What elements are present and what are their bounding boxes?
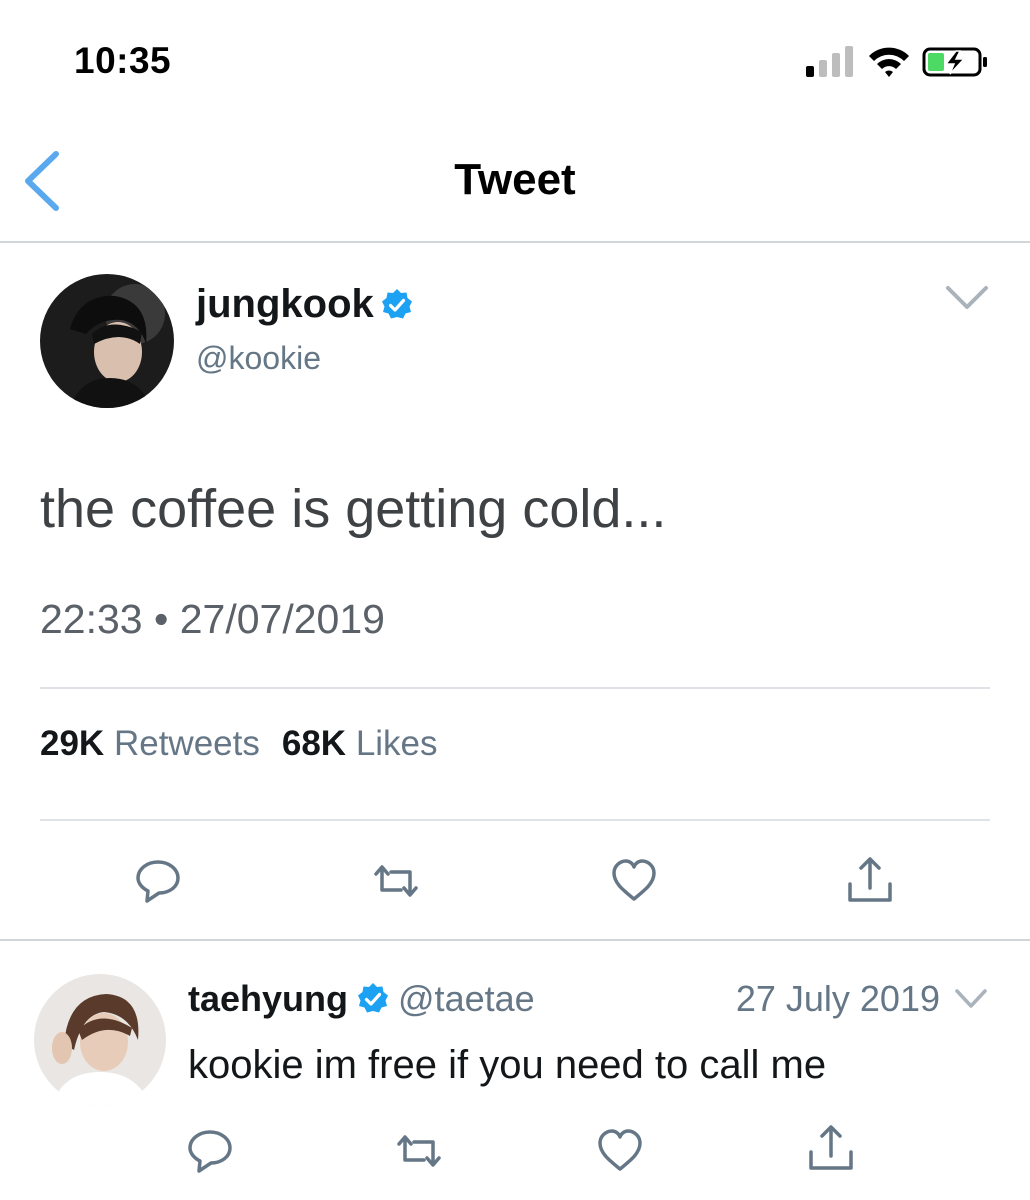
likes-stat[interactable]: 68K Likes [282, 724, 438, 764]
divider [40, 819, 990, 821]
status-time: 10:35 [74, 40, 172, 81]
like-heart-icon[interactable] [595, 1126, 645, 1176]
reply-author-avatar[interactable] [34, 974, 166, 1106]
reply-date: 27 July 2019 [735, 978, 940, 1019]
reply-header: taehyung @taetae [188, 978, 535, 1020]
divider [40, 687, 990, 689]
reply-icon[interactable] [133, 856, 183, 906]
likes-label: Likes [355, 724, 438, 763]
reply-author-handle[interactable]: @taetae [398, 978, 535, 1020]
wifi-icon [869, 47, 909, 77]
chevron-down-icon[interactable] [954, 988, 988, 1010]
reply-icon[interactable] [185, 1126, 235, 1176]
share-icon[interactable] [806, 1124, 856, 1174]
chevron-down-icon[interactable] [944, 284, 990, 312]
section-divider [0, 939, 1030, 941]
author-handle[interactable]: @kookie [196, 340, 321, 377]
verified-badge-icon [381, 288, 412, 318]
reply-text: kookie im free if you need to call me [188, 1043, 827, 1087]
nav-divider [0, 241, 1030, 243]
retweets-stat[interactable]: 29K Retweets [40, 724, 260, 764]
reply-author-name[interactable]: taehyung [188, 978, 348, 1020]
battery-charging-icon [922, 47, 987, 77]
retweets-count: 29K [40, 724, 105, 763]
tweet-stats: 29K Retweets 68K Likes [40, 724, 438, 764]
retweet-icon[interactable] [371, 856, 421, 906]
tweet-text: the coffee is getting cold... [40, 479, 667, 539]
author-name-row[interactable]: jungkook [196, 282, 414, 327]
like-heart-icon[interactable] [609, 856, 659, 906]
share-icon[interactable] [845, 856, 895, 906]
author-name[interactable]: jungkook [196, 282, 374, 327]
verified-badge-icon [358, 983, 389, 1013]
retweet-icon[interactable] [394, 1126, 444, 1176]
likes-count: 68K [281, 724, 347, 763]
tweet-timestamp: 22:33 • 27/07/2019 [40, 596, 385, 642]
retweets-label: Retweets [113, 724, 260, 763]
page-title: Tweet [454, 155, 576, 204]
cellular-signal-icon [806, 46, 853, 77]
author-avatar[interactable] [40, 274, 174, 408]
